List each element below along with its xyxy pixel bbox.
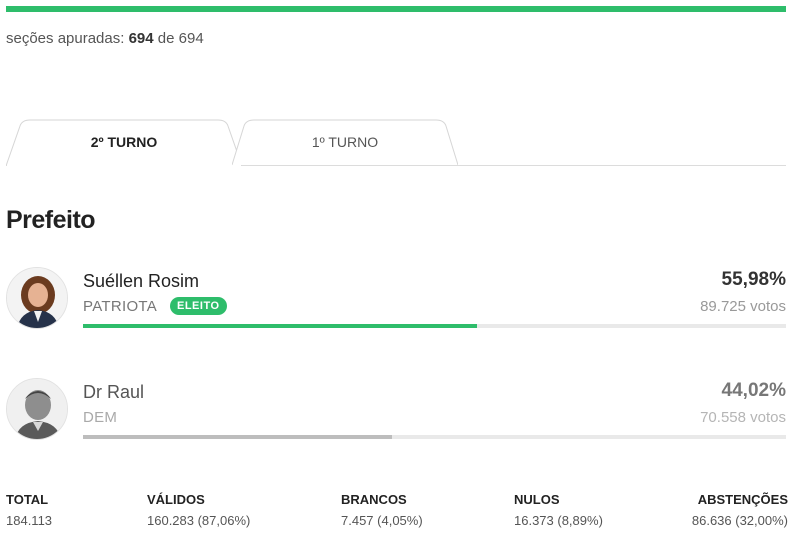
tab-second-round-label: 2º TURNO [90,134,158,150]
turnout-summary: TOTAL 184.113 VÁLIDOS 160.283 (87,06%) B… [6,492,788,534]
stat-value: 16.373 (8,89%) [514,513,603,528]
sections-count: 694 [128,30,154,47]
candidate-photo-avatar [6,378,68,440]
candidate-name: Suéllen Rosim [83,271,200,291]
stat-label: VÁLIDOS [147,492,205,507]
sections-progress-fill [6,6,786,12]
office-title: Prefeito [6,206,96,234]
round-tabs: 2º TURNO 1º TURNO [6,118,786,166]
woman-portrait-icon [7,268,67,328]
candidate-party: DEM [83,409,118,426]
candidate-percent: 44,02% [721,380,786,401]
tab-second-round[interactable]: 2º TURNO [6,118,242,166]
stat-value: 184.113 [6,513,53,528]
stat-label: NULOS [514,492,560,507]
candidate-name: Dr Raul [83,382,145,402]
stat-blank: BRANCOS 7.457 (4,05%) [341,492,423,528]
sections-total: 694 [178,30,204,47]
sections-prefix: seções apuradas: [6,30,125,47]
vote-bar-fill [83,435,393,439]
candidate-party: PATRIOTA [83,298,158,315]
candidate-votes: 70.558 votos [700,409,786,426]
stat-label: BRANCOS [341,492,407,507]
tab-first-round[interactable]: 1º TURNO [232,118,458,166]
sections-progress-bar [6,6,786,12]
stat-abstentions: ABSTENÇÕES 86.636 (32,00%) [692,492,788,528]
sections-connector: de [157,30,175,47]
stat-value: 7.457 (4,05%) [341,513,423,528]
stat-label: ABSTENÇÕES [697,492,788,507]
man-portrait-icon [7,379,67,439]
candidate-photo-avatar [6,267,68,329]
stat-valid: VÁLIDOS 160.283 (87,06%) [147,492,250,528]
stat-null: NULOS 16.373 (8,89%) [514,492,603,528]
candidate-row: Suéllen Rosim PATRIOTA ELEITO 55,98% 89.… [6,267,786,337]
candidate-percent: 55,98% [721,269,786,290]
vote-bar-track [83,324,786,328]
elected-badge: ELEITO [170,297,227,315]
sections-counted-text: seções apuradas: 694 de 694 [6,30,204,47]
stat-label: TOTAL [6,492,49,507]
candidate-row: Dr Raul DEM 44,02% 70.558 votos [6,378,786,448]
candidate-votes: 89.725 votos [700,298,786,315]
vote-bar-fill [83,324,477,328]
tab-first-round-label: 1º TURNO [311,134,379,150]
stat-value: 160.283 (87,06%) [147,513,251,528]
stat-total: TOTAL 184.113 [6,492,52,528]
vote-bar-track [83,435,786,439]
stat-value: 86.636 (32,00%) [691,513,788,528]
